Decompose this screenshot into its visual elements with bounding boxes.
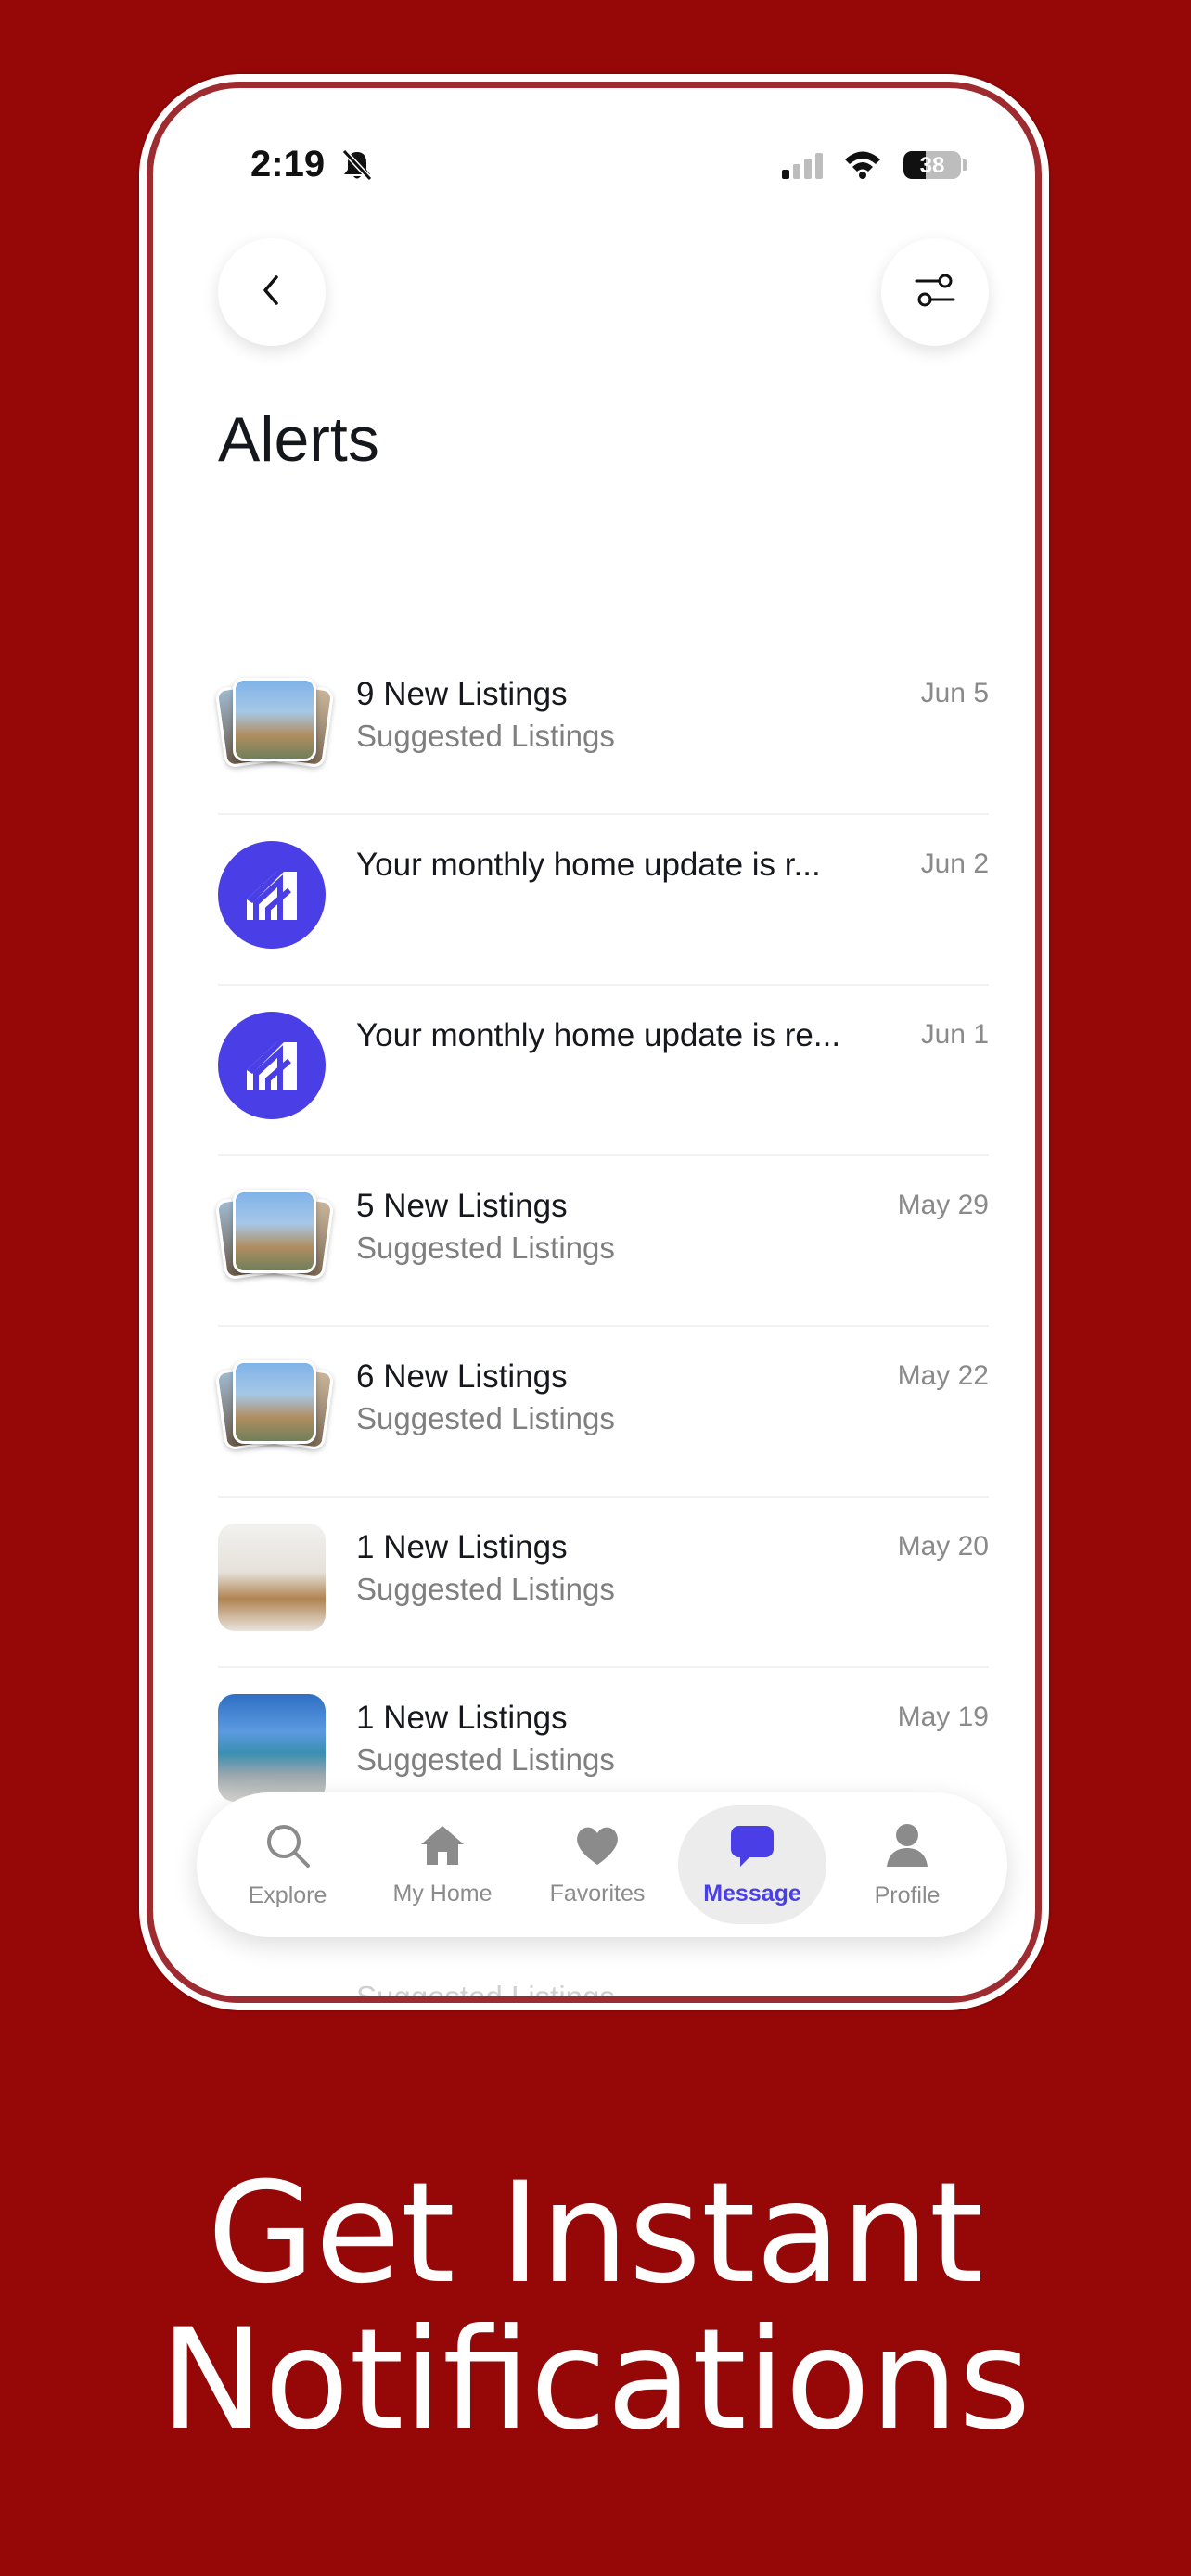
promo-headline: Get Instant Notifications: [0, 2161, 1191, 2454]
alert-list-item[interactable]: 1 New Listings Suggested Listings May 20: [218, 1498, 989, 1668]
alert-subtitle: Suggested Listings: [356, 1572, 615, 1606]
alert-subtitle: Suggested Listings: [356, 1742, 615, 1777]
bell-muted-icon: [341, 148, 373, 186]
alert-date: Jun 2: [920, 848, 989, 879]
alert-title: Your monthly home update is r...: [356, 847, 821, 883]
alert-date: Jun 5: [920, 678, 989, 708]
alert-title: 1 New Listings: [356, 1700, 568, 1736]
alert-date: Jun 1: [920, 1019, 989, 1050]
heart-icon: [572, 1822, 622, 1873]
alert-title: Your monthly home update is re...: [356, 1017, 841, 1053]
filter-settings-button[interactable]: [881, 238, 989, 346]
battery-nub: [963, 159, 967, 171]
chevron-left-icon: [258, 272, 286, 313]
alert-title: 9 New Listings: [356, 676, 568, 712]
tab-label: Explore: [248, 1882, 327, 1908]
battery-percent: 38: [919, 153, 945, 178]
bottom-tab-bar: Explore My Home Favorites Message Profile: [197, 1792, 1007, 1937]
tab-profile[interactable]: Profile: [833, 1805, 981, 1924]
alert-list-item[interactable]: 9 New Listings Suggested Listings Jun 5: [214, 644, 989, 815]
alert-date: May 29: [897, 1190, 989, 1220]
tab-my-home[interactable]: My Home: [368, 1805, 517, 1924]
alert-list: 9 New Listings Suggested Listings Jun 5 You…: [214, 644, 989, 1839]
tab-label: Profile: [874, 1882, 941, 1908]
alert-list-item[interactable]: 6 New Listings Suggested Listings May 22: [214, 1327, 989, 1498]
tab-favorites[interactable]: Favorites: [523, 1805, 672, 1924]
peek-list-item-subtitle: Suggested Listings: [356, 1980, 615, 2003]
listing-photo: [233, 1360, 316, 1444]
alert-date: May 22: [897, 1360, 989, 1391]
tab-message[interactable]: Message: [678, 1805, 826, 1924]
listing-photo: [233, 678, 316, 761]
alert-title: 6 New Listings: [356, 1358, 568, 1395]
alert-date: May 19: [897, 1702, 989, 1732]
alert-subtitle: Suggested Listings: [356, 1401, 615, 1435]
promo-line-1: Get Instant: [207, 2153, 984, 2315]
cellular-signal-icon: [782, 153, 825, 184]
tab-explore[interactable]: Explore: [213, 1805, 362, 1924]
search-icon: [263, 1820, 313, 1875]
alert-list-item[interactable]: Your monthly home update is re... Jun 1: [218, 986, 989, 1156]
promo-line-2: Notifications: [160, 2300, 1031, 2461]
listing-photos-thumbnail: [214, 1353, 335, 1460]
listing-photo-thumbnail: [218, 1524, 326, 1631]
alert-date: May 20: [897, 1531, 989, 1562]
back-button[interactable]: [218, 238, 326, 346]
listing-photos-thumbnail: [214, 670, 335, 778]
user-icon: [882, 1820, 932, 1875]
wifi-icon: [843, 149, 882, 184]
page-title: Alerts: [218, 404, 379, 475]
alert-subtitle: Suggested Listings: [356, 1231, 615, 1265]
battery-indicator: 38: [903, 151, 961, 179]
alert-list-item[interactable]: Your monthly home update is r... Jun 2: [218, 815, 989, 986]
tab-label: Favorites: [549, 1881, 646, 1906]
home-icon: [417, 1822, 467, 1873]
chat-icon: [727, 1822, 777, 1873]
status-bar: 2:19 38: [153, 144, 1035, 199]
brand-logo-icon: [218, 841, 326, 949]
phone-screen: 2:19 38 Alerts 9 New Listings Suggested …: [147, 82, 1042, 2003]
alert-title: 1 New Listings: [356, 1529, 568, 1565]
listing-photos-thumbnail: [214, 1182, 335, 1290]
status-time: 2:19: [250, 144, 326, 185]
tab-label: Message: [703, 1881, 801, 1906]
listing-photo: [233, 1190, 316, 1273]
alert-list-item[interactable]: 5 New Listings Suggested Listings May 29: [214, 1156, 989, 1327]
listing-photo-thumbnail: [218, 1694, 326, 1802]
tab-label: My Home: [392, 1881, 493, 1906]
sliders-icon: [913, 268, 957, 317]
brand-logo-icon: [218, 1012, 326, 1119]
alert-subtitle: Suggested Listings: [356, 719, 615, 753]
alert-title: 5 New Listings: [356, 1188, 568, 1224]
phone-frame: 2:19 38 Alerts 9 New Listings Suggested …: [139, 74, 1049, 2010]
